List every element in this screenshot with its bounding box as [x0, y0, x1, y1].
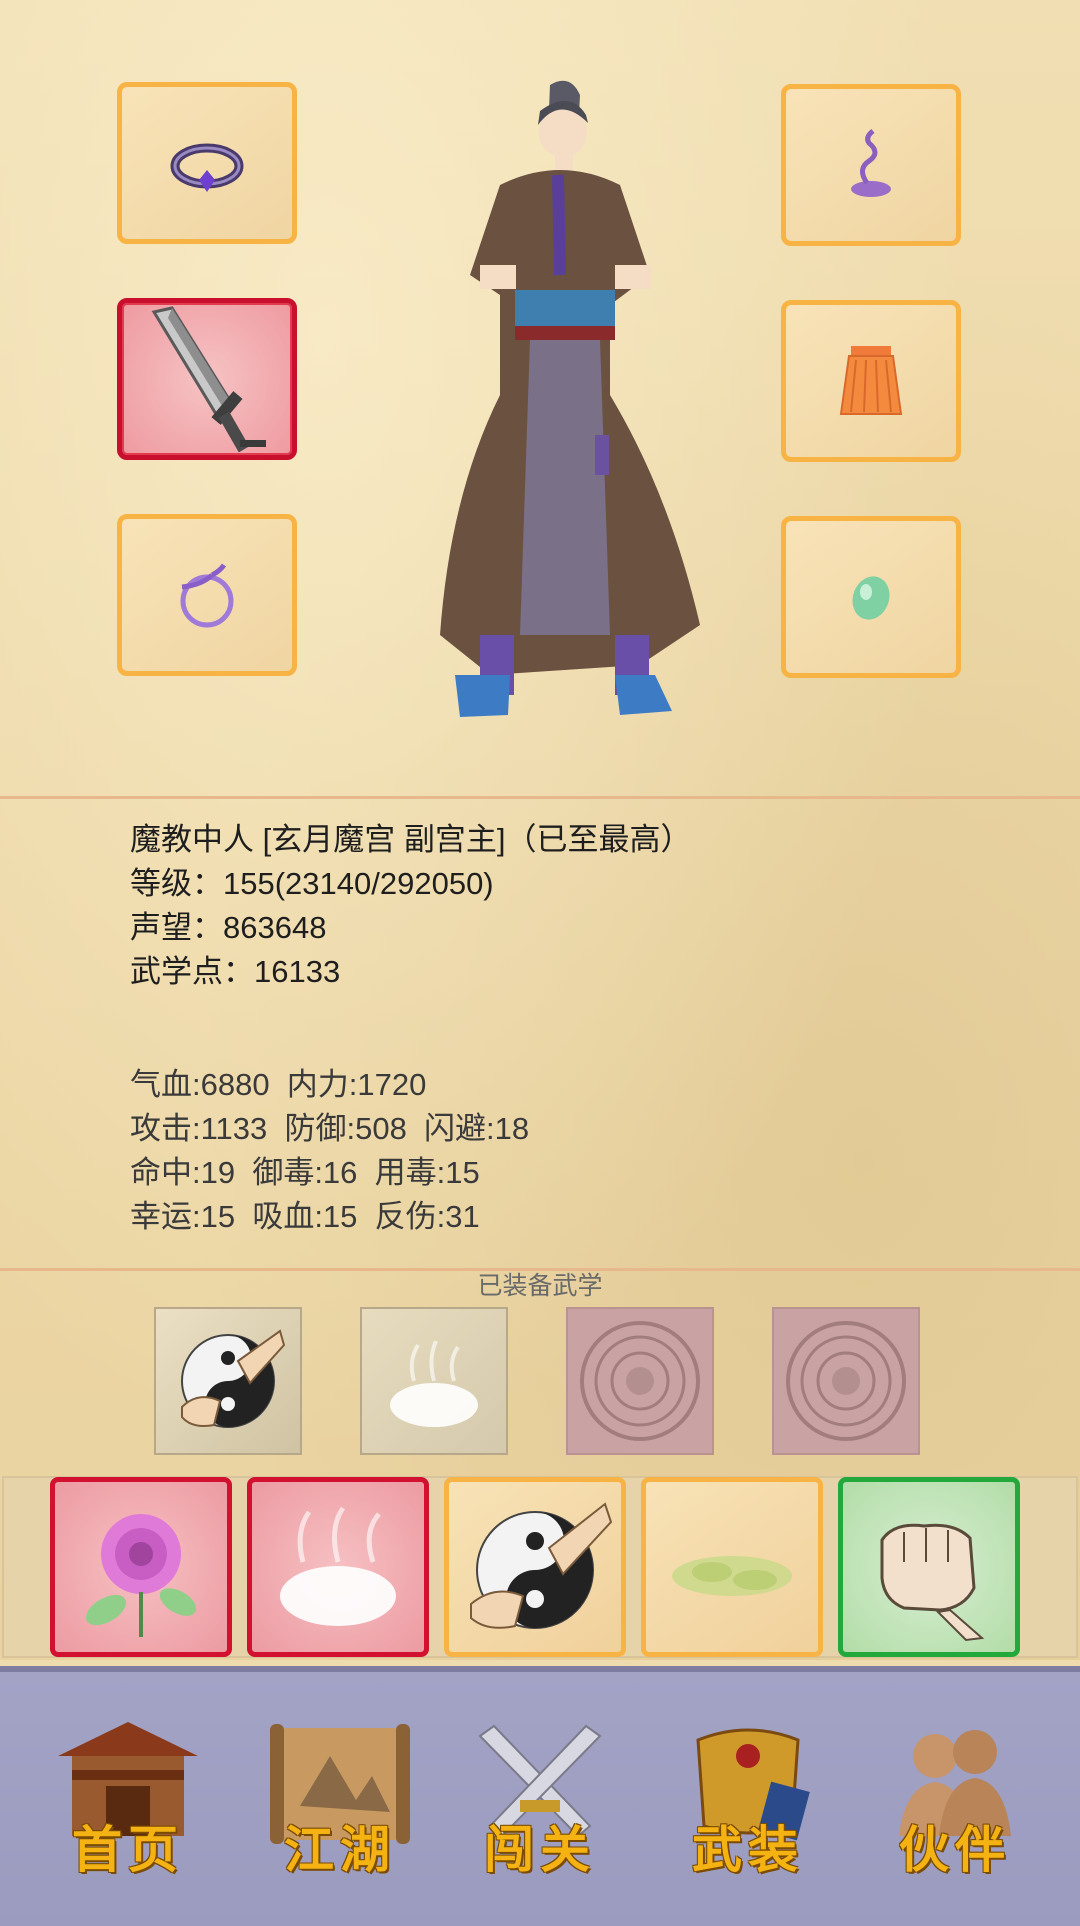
equipped-martial-slot-1[interactable]	[154, 1307, 302, 1455]
armor-skirt-icon	[839, 346, 903, 415]
green-herb-icon	[672, 1556, 792, 1596]
nav-home[interactable]: 首页	[48, 1716, 208, 1886]
skill-slot-4[interactable]	[641, 1477, 823, 1657]
skill-slot-2[interactable]	[247, 1477, 429, 1657]
equip-slot-jade[interactable]	[781, 516, 961, 678]
nav-jianghu-label: 江湖	[284, 1820, 396, 1879]
stats-row-3: 命中:19 御毒:16 用毒:15	[130, 1155, 480, 1190]
reputation-text: 声望：863648	[130, 910, 327, 945]
equipped-martial-slot-3[interactable]	[566, 1307, 714, 1455]
charm-icon	[180, 563, 234, 628]
equipped-martial-title: 已装备武学	[477, 1272, 603, 1300]
incense-icon	[851, 129, 891, 197]
character-portrait	[440, 80, 700, 717]
equipped-martial-slot-4[interactable]	[772, 1307, 920, 1455]
skill-slot-5[interactable]	[838, 1477, 1020, 1657]
locked-slot-icon	[580, 1321, 700, 1441]
nav-chuangguan[interactable]: 闯关	[460, 1716, 620, 1886]
skill-slot-3[interactable]	[444, 1477, 626, 1657]
jade-icon	[852, 576, 890, 620]
nav-huoban-label: 伙伴	[899, 1820, 1011, 1879]
equip-slot-charm[interactable]	[117, 514, 297, 676]
equipped-martial-slot-2[interactable]	[360, 1307, 508, 1455]
taiji-palm-icon	[470, 1502, 613, 1629]
nav-huoban[interactable]: 伙伴	[875, 1716, 1035, 1886]
character-title: 魔教中人 [玄月魔宫 副宫主]（已至最高）	[130, 822, 692, 857]
character-info: 魔教中人 [玄月魔宫 副宫主]（已至最高） 等级：155(23140/29205…	[130, 818, 691, 994]
nav-jianghu[interactable]: 江湖	[260, 1716, 420, 1886]
attribute-stats: 气血:6880 内力:1720 攻击:1133 防御:508 闪避:18 命中:…	[130, 1063, 529, 1239]
level-text: 等级：155(23140/292050)	[130, 866, 494, 901]
rose-icon	[86, 1514, 197, 1637]
divider-top	[0, 796, 1080, 799]
martial-points-text: 武学点：16133	[130, 954, 341, 989]
nav-chuangguan-label: 闯关	[484, 1820, 596, 1879]
nav-wuzhuang-label: 武装	[692, 1820, 804, 1879]
mist-cloud-icon	[390, 1340, 478, 1427]
taiji-palm-icon	[181, 1329, 286, 1428]
ring-icon	[170, 143, 244, 192]
stats-row-4: 幸运:15 吸血:15 反伤:31	[130, 1199, 480, 1234]
nav-home-label: 首页	[72, 1820, 184, 1879]
saber-icon	[151, 306, 266, 453]
skill-slot-1[interactable]	[50, 1477, 232, 1657]
locked-slot-icon	[786, 1321, 906, 1441]
equip-slot-incense[interactable]	[781, 84, 961, 246]
stats-row-1: 气血:6880 内力:1720	[130, 1067, 427, 1102]
equip-slot-weapon[interactable]	[117, 298, 297, 460]
stats-row-2: 攻击:1133 防御:508 闪避:18	[130, 1111, 530, 1146]
equip-slot-ring[interactable]	[117, 82, 297, 244]
nav-wuzhuang[interactable]: 武装	[668, 1716, 828, 1886]
equip-slot-armor[interactable]	[781, 300, 961, 462]
mist-cloud-icon	[280, 1506, 396, 1626]
fist-icon	[880, 1523, 985, 1642]
